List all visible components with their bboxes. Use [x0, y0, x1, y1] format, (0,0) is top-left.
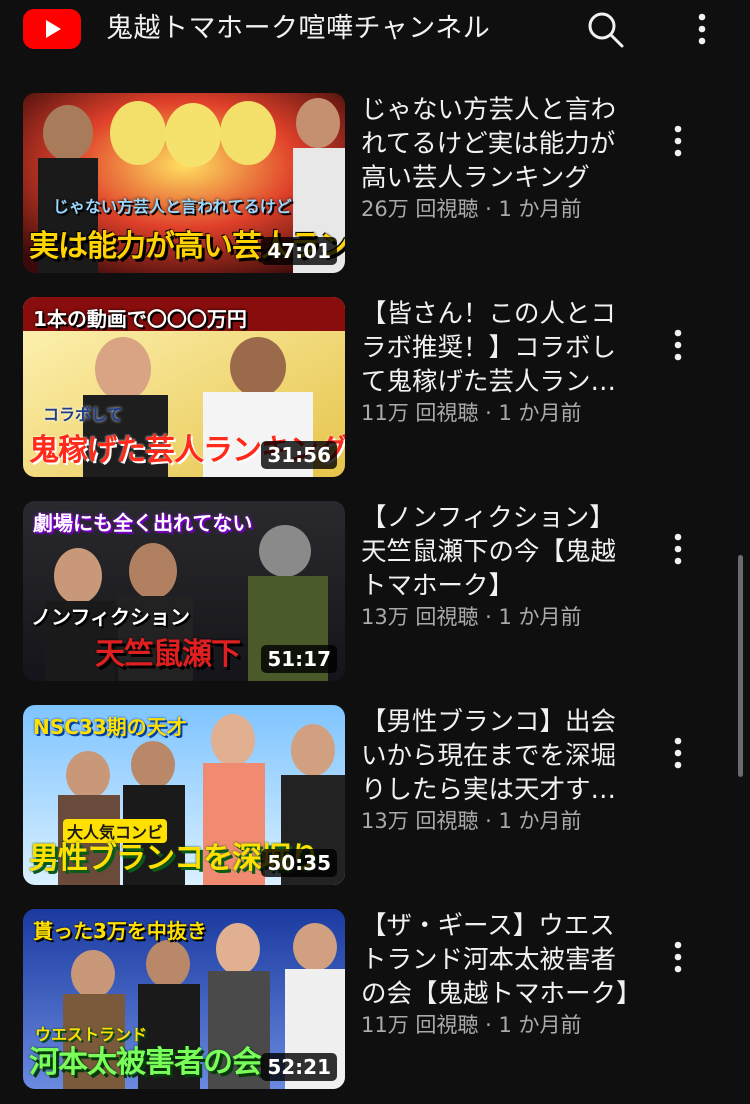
- video-title[interactable]: 【ノンフィクション】天竺鼠瀬下の今【鬼越トマホーク】: [361, 501, 631, 603]
- stats-separator: ·: [478, 401, 499, 425]
- upload-age: 1 か月前: [498, 605, 582, 629]
- video-title[interactable]: 【皆さん！この人とコラボ推奨！】コラボして鬼稼げた芸人ランキング: [361, 297, 631, 399]
- duration-badge: 52:21: [261, 1053, 337, 1081]
- top-app-bar: 鬼越トマホーク喧嘩チャンネル: [0, 0, 750, 58]
- video-stats: 26万 回視聴 · 1 か月前: [361, 195, 631, 223]
- video-meta: 【皆さん！この人とコラボ推奨！】コラボして鬼稼げた芸人ランキング 11万 回視聴…: [361, 297, 631, 427]
- video-more-button[interactable]: [664, 325, 692, 365]
- video-list-item[interactable]: じゃない方芸人と言われてるけど 実は能力が高い芸人ランキング 47:01 じゃな…: [0, 93, 740, 273]
- upload-age: 1 か月前: [498, 197, 582, 221]
- upload-age: 1 か月前: [498, 1013, 582, 1037]
- thumbnail-bottom-caption: 天竺鼠瀬下: [95, 637, 241, 672]
- upload-age: 1 か月前: [498, 809, 582, 833]
- thumbnail-top-caption: 劇場にも全く出れてない: [33, 511, 253, 535]
- duration-badge: 31:56: [261, 441, 337, 469]
- thumbnail-mid-caption: コラボして: [43, 405, 123, 424]
- video-stats: 13万 回視聴 · 1 か月前: [361, 807, 631, 835]
- view-count: 13万 回視聴: [361, 605, 479, 629]
- video-thumbnail[interactable]: じゃない方芸人と言われてるけど 実は能力が高い芸人ランキング 47:01: [23, 93, 345, 273]
- video-thumbnail[interactable]: 1本の動画で〇〇〇万円 コラボして 鬼稼げた芸人ランキング 31:56: [23, 297, 345, 477]
- channel-title: 鬼越トマホーク喧嘩チャンネル: [106, 13, 491, 44]
- thumbnail-top-caption: 1本の動画で〇〇〇万円: [33, 307, 247, 331]
- video-meta: 【ザ・ギース】ウエストランド河本太被害者の会【鬼越トマホーク】 11万 回視聴 …: [361, 909, 631, 1039]
- thumbnail-top-caption: 貰った3万を中抜き: [33, 919, 207, 943]
- search-button[interactable]: [584, 8, 626, 50]
- video-title[interactable]: じゃない方芸人と言われてるけど実は能力が高い芸人ランキング: [361, 93, 631, 195]
- more-vert-icon: [674, 941, 682, 973]
- stats-separator: ·: [478, 197, 499, 221]
- video-list-item[interactable]: NSC33期の天才 大人気コンビ 男性ブランコを深堀り 50:35 【男性ブラン…: [0, 705, 740, 885]
- view-count: 13万 回視聴: [361, 809, 479, 833]
- search-icon: [588, 12, 624, 48]
- video-list-item[interactable]: 1本の動画で〇〇〇万円 コラボして 鬼稼げた芸人ランキング 31:56 【皆さん…: [0, 297, 740, 477]
- video-stats: 13万 回視聴 · 1 か月前: [361, 603, 631, 631]
- stats-separator: ·: [478, 1013, 499, 1037]
- thumbnail-mid-caption: ノンフィクション: [31, 605, 190, 629]
- stats-separator: ·: [478, 809, 499, 833]
- more-vert-icon: [674, 737, 682, 769]
- video-thumbnail[interactable]: 貰った3万を中抜き ウエストランド 河本太被害者の会 52:21: [23, 909, 345, 1089]
- video-meta: 【男性ブランコ】出会いから現在までを深堀りしたら実は天才すぎた 13万 回視聴 …: [361, 705, 631, 835]
- video-more-button[interactable]: [664, 733, 692, 773]
- video-more-button[interactable]: [664, 529, 692, 569]
- video-meta: じゃない方芸人と言われてるけど実は能力が高い芸人ランキング 26万 回視聴 · …: [361, 93, 631, 223]
- more-vert-icon: [698, 13, 706, 45]
- video-stats: 11万 回視聴 · 1 か月前: [361, 399, 631, 427]
- thumbnail-bottom-caption: 河本太被害者の会: [29, 1045, 262, 1080]
- video-list-item[interactable]: 貰った3万を中抜き ウエストランド 河本太被害者の会 52:21 【ザ・ギース】…: [0, 909, 740, 1089]
- thumbnail-mid-caption: じゃない方芸人と言われてるけど: [53, 197, 292, 216]
- video-thumbnail[interactable]: 劇場にも全く出れてない ノンフィクション 天竺鼠瀬下 51:17: [23, 501, 345, 681]
- more-vert-icon: [674, 329, 682, 361]
- more-options-button[interactable]: [688, 8, 716, 50]
- video-more-button[interactable]: [664, 937, 692, 977]
- video-title[interactable]: 【男性ブランコ】出会いから現在までを深堀りしたら実は天才すぎた: [361, 705, 631, 807]
- more-vert-icon: [674, 125, 682, 157]
- view-count: 11万 回視聴: [361, 1013, 479, 1037]
- video-title[interactable]: 【ザ・ギース】ウエストランド河本太被害者の会【鬼越トマホーク】: [361, 909, 631, 1011]
- view-count: 11万 回視聴: [361, 401, 479, 425]
- upload-age: 1 か月前: [498, 401, 582, 425]
- duration-badge: 51:17: [261, 645, 337, 673]
- youtube-logo-icon[interactable]: [23, 9, 81, 49]
- scrollbar-thumb[interactable]: [738, 555, 743, 777]
- video-thumbnail[interactable]: NSC33期の天才 大人気コンビ 男性ブランコを深堀り 50:35: [23, 705, 345, 885]
- thumbnail-top-caption: NSC33期の天才: [33, 715, 187, 739]
- duration-badge: 50:35: [261, 849, 337, 877]
- video-meta: 【ノンフィクション】天竺鼠瀬下の今【鬼越トマホーク】 13万 回視聴 · 1 か…: [361, 501, 631, 631]
- duration-badge: 47:01: [261, 237, 337, 265]
- video-list-item[interactable]: 劇場にも全く出れてない ノンフィクション 天竺鼠瀬下 51:17 【ノンフィクシ…: [0, 501, 740, 681]
- video-more-button[interactable]: [664, 121, 692, 161]
- view-count: 26万 回視聴: [361, 197, 479, 221]
- more-vert-icon: [674, 533, 682, 565]
- stats-separator: ·: [478, 605, 499, 629]
- video-stats: 11万 回視聴 · 1 か月前: [361, 1011, 631, 1039]
